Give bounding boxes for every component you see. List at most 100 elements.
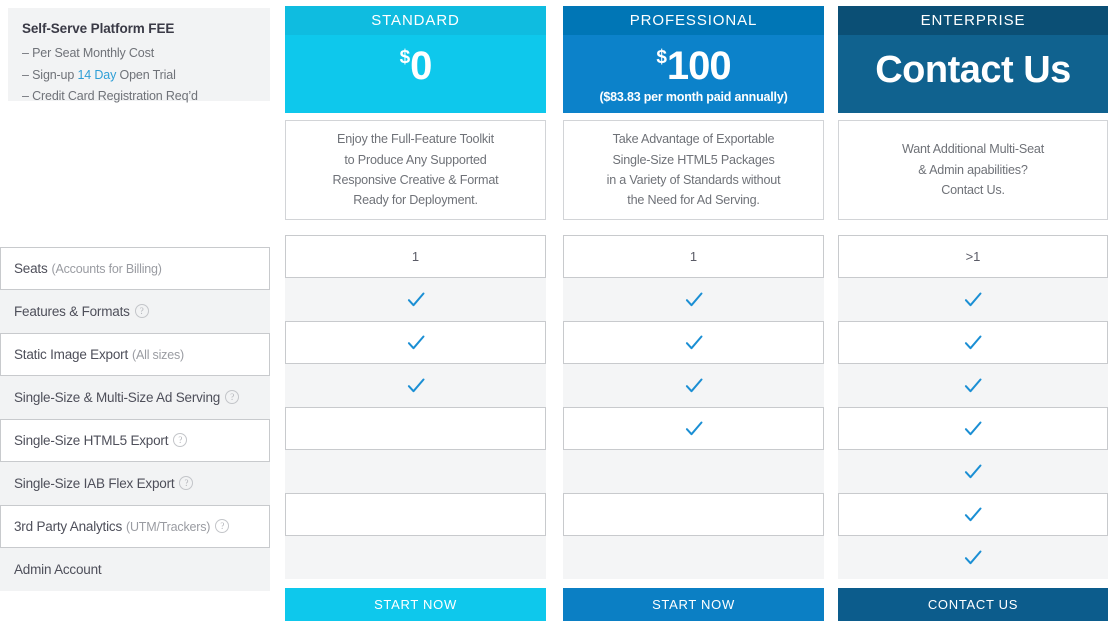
feature-note: (All sizes) [132,347,184,362]
plan-name: PROFESSIONAL [563,6,824,35]
plan-cell [285,364,546,407]
feature-label: Single-Size IAB Flex Export [14,476,175,491]
plan-cell [563,364,824,407]
check-icon [964,335,982,349]
plan-header: STANDARD $0 [285,6,546,113]
plan-cell: 1 [285,235,546,278]
plan-cells: 1 [563,235,824,579]
feature-row: Static Image Export (All sizes) [0,333,270,376]
check-icon [685,378,702,392]
promo-box: Self-Serve Platform FEE – Per Seat Month… [8,8,270,103]
plan-column: STANDARD $0 Enjoy the Full-Feature Toolkit… [285,0,546,635]
check-icon [685,421,702,435]
check-icon [407,378,424,392]
help-icon[interactable]: ? [179,475,194,490]
plan-cell [285,450,546,493]
feature-note: (Accounts for Billing) [51,261,162,276]
check-icon [964,378,982,392]
plan-cell [563,278,824,321]
plan-cell: 1 [563,235,824,278]
plan-price-area: Contact Us [838,35,1108,113]
feature-row: Single-Size IAB Flex Export? [0,462,270,505]
check-icon [685,292,702,306]
plan-column: ENTERPRISE Contact Us Want Additional Mult… [838,0,1108,635]
promo-line-1: – Per Seat Monthly Cost [22,46,155,60]
plan-price: $0 [285,35,546,86]
plan-cell [285,536,546,579]
plan-cell [563,536,824,579]
promo-line-2: – Sign-up 14 Day Open Trial [22,65,256,87]
plan-header: PROFESSIONAL $100 ($83.83 per month paid a… [563,6,824,113]
cta-button[interactable]: START NOW [285,588,546,621]
plan-cell [563,450,824,493]
plan-cells: >1 [838,235,1108,579]
feature-label: Single-Size HTML5 Export [14,433,169,448]
plan-name: ENTERPRISE [838,6,1108,35]
plan-cell [838,536,1108,579]
plan-cell [838,364,1108,407]
check-icon [964,464,982,478]
plan-cells: 1 [285,235,546,579]
feature-row: Features & Formats? [0,290,270,333]
feature-note: (UTM/Trackers) [126,519,211,534]
feature-label: Single-Size & Multi-Size Ad Serving [14,390,221,405]
help-icon[interactable]: ? [215,518,230,533]
plan-price-area: $0 [285,35,546,113]
promo-line-2-pre: – Sign-up [22,67,78,82]
promo-title: Self-Serve Platform FEE [22,21,175,36]
plan-cell: >1 [838,235,1108,278]
plan-price: Contact Us [838,35,1108,89]
check-icon [685,335,702,349]
plan-price-value: 100 [666,44,732,88]
feature-label: Admin Account [14,562,102,577]
plan-cell [838,450,1108,493]
plan-columns: STANDARD $0 Enjoy the Full-Feature Toolkit… [285,0,1108,635]
cta-button[interactable]: START NOW [563,588,824,621]
plan-price-area: $100 ($83.83 per month paid annually) [563,35,824,113]
feature-row: Seats (Accounts for Billing) [0,247,270,290]
check-icon [964,550,982,564]
feature-row: Single-Size HTML5 Export? [0,419,270,462]
check-icon [964,421,982,435]
promo-line-2-post: Open Trial [116,67,176,82]
plan-cell [838,493,1108,536]
help-icon[interactable]: ? [173,432,188,447]
plan-description-box: Take Advantage of Exportable Single-Size … [563,120,824,220]
feature-row: Admin Account [0,548,270,591]
plan-cell [285,278,546,321]
feature-row: 3rd Party Analytics (UTM/Trackers)? [0,505,270,548]
cell-value: 1 [411,249,420,264]
check-icon [407,335,424,349]
feature-list: Seats (Accounts for Billing) Features & Fo… [0,247,270,591]
cell-value: 1 [689,249,698,264]
check-icon [407,292,424,306]
plan-header: ENTERPRISE Contact Us [838,6,1108,113]
plan-description: Take Advantage of Exportable Single-Size … [606,132,781,208]
plan-price: $100 [563,35,824,86]
plan-cell [285,321,546,364]
currency-symbol: $ [656,47,667,68]
check-icon [964,292,982,306]
plan-cell [563,407,824,450]
sidebar: Self-Serve Platform FEE – Per Seat Month… [8,8,270,103]
plan-cell [285,493,546,536]
plan-cell [285,407,546,450]
feature-label: 3rd Party Analytics [14,519,122,534]
plan-description-box: Want Additional Multi-Seat & Admin apabil… [838,120,1108,220]
plan-cell [563,493,824,536]
currency-symbol: $ [399,47,411,68]
trial-days-highlight: 14 Day [77,67,117,82]
help-icon[interactable]: ? [134,303,149,318]
cta-button[interactable]: CONTACT US [838,588,1108,621]
check-icon [964,507,982,521]
cell-value: >1 [965,249,981,264]
plan-price-value: 0 [410,44,432,88]
feature-label: Seats [14,261,48,276]
plan-cell [838,278,1108,321]
plan-name: STANDARD [285,6,546,35]
plan-cell [838,407,1108,450]
plan-subprice: ($83.83 per month paid annually) [599,90,788,104]
help-icon[interactable]: ? [225,389,240,404]
feature-label: Static Image Export [14,347,129,362]
plan-description-box: Enjoy the Full-Feature Toolkit to Produce… [285,120,546,220]
